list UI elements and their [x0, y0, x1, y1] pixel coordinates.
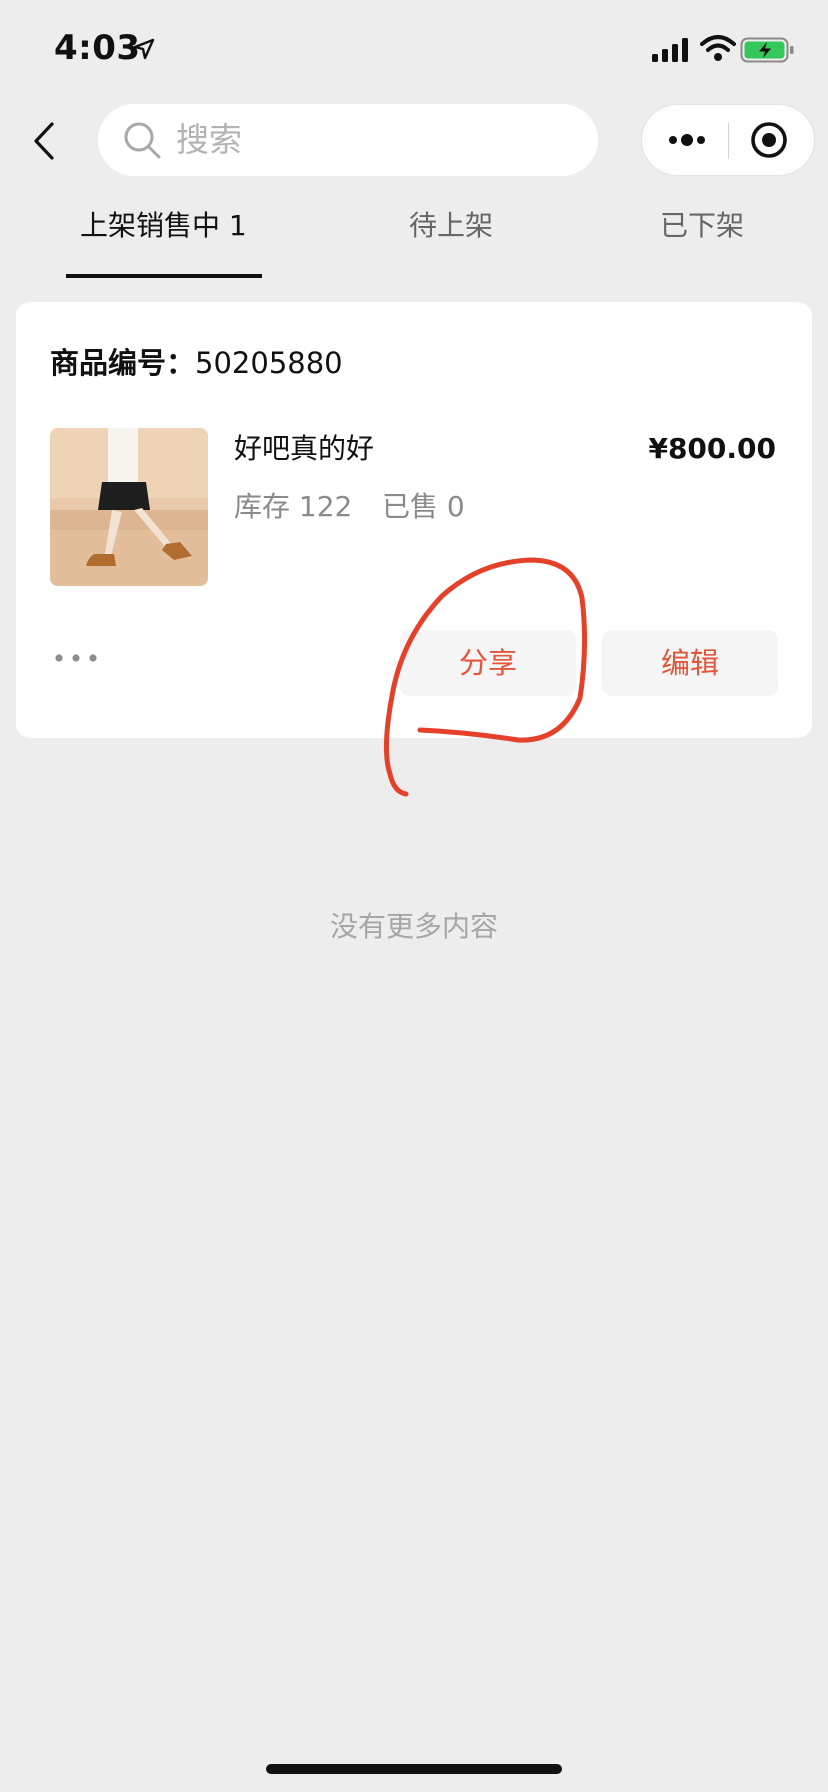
wifi-icon — [700, 35, 736, 61]
dots-icon[interactable] — [54, 652, 98, 664]
home-indicator — [266, 1764, 562, 1774]
battery-charging-icon — [740, 37, 794, 63]
search-placeholder: 搜索 — [176, 120, 242, 159]
miniprogram-capsule — [641, 104, 815, 176]
tab-on-sale[interactable]: 上架销售中 1 — [80, 204, 247, 248]
tab-delisted[interactable]: 已下架 — [660, 204, 744, 248]
product-price: ¥800.00 — [648, 432, 776, 465]
product-title: 好吧真的好 — [234, 432, 375, 465]
signal-icon — [652, 38, 688, 62]
product-stock: 库存 122 — [234, 490, 353, 523]
status-time: 4:03 — [54, 28, 141, 68]
product-code-label: 商品编号： — [50, 346, 196, 380]
location-arrow-icon — [133, 38, 155, 60]
annotation-circle — [383, 557, 588, 797]
search-input[interactable]: 搜索 — [98, 104, 598, 176]
edit-button[interactable]: 编辑 — [602, 630, 778, 696]
more-icon[interactable] — [666, 129, 708, 151]
capsule-divider — [728, 123, 729, 159]
product-code-row: 商品编号：50205880 — [50, 342, 343, 384]
product-code-value: 50205880 — [195, 346, 343, 380]
active-tab-indicator — [66, 274, 262, 278]
product-thumbnail[interactable] — [50, 428, 208, 586]
product-image — [50, 428, 208, 586]
no-more-content: 没有更多内容 — [329, 910, 498, 943]
back-icon[interactable] — [26, 116, 66, 166]
tab-pending[interactable]: 待上架 — [409, 204, 493, 248]
search-icon — [124, 122, 161, 159]
product-sold: 已售 0 — [382, 490, 465, 523]
close-miniprogram-icon[interactable] — [748, 119, 790, 161]
